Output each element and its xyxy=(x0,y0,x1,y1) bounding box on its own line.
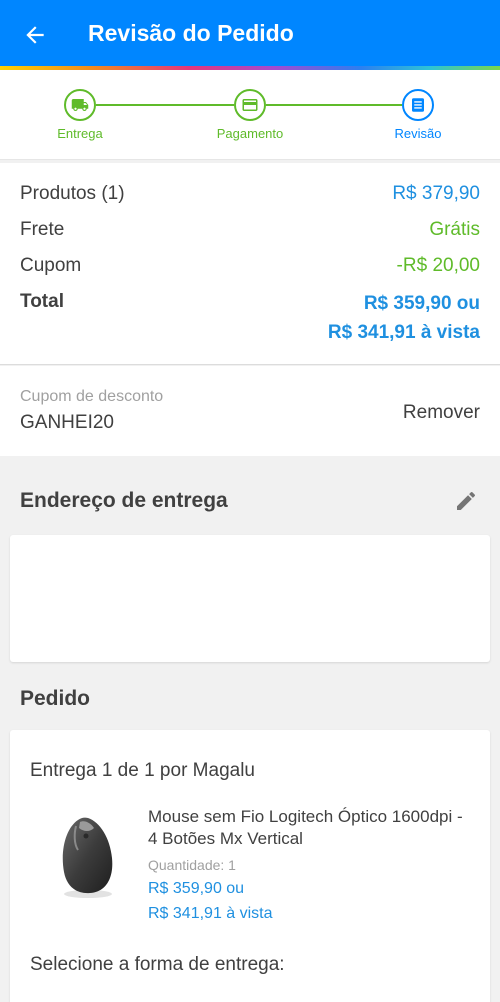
remove-coupon-button[interactable]: Remover xyxy=(403,402,480,424)
order-card: Entrega 1 de 1 por Magalu Mouse sem Fio … xyxy=(10,730,490,1002)
product-price: R$ 359,90 ou xyxy=(148,880,245,897)
checkout-stepper: Entrega Pagamento Revisão xyxy=(0,70,500,160)
product-quantity: Quantidade: 1 xyxy=(148,857,236,873)
page-title: Revisão do Pedido xyxy=(88,20,294,46)
select-delivery-label: Selecione a forma de entrega: xyxy=(30,954,285,975)
step-entrega[interactable] xyxy=(64,89,96,121)
shipping-label: Frete xyxy=(20,219,65,240)
total-cash-price: R$ 341,91 à vista xyxy=(327,322,480,343)
order-summary: Produtos (1) R$ 379,90 Frete Grátis Cupo… xyxy=(0,163,500,365)
address-title: Endereço de entrega xyxy=(20,489,228,512)
total-price: R$ 359,90 ou xyxy=(363,293,480,314)
address-card[interactable] xyxy=(10,535,490,662)
summary-row-shipping: Frete Grátis xyxy=(20,219,480,245)
total-label: Total xyxy=(20,291,64,312)
summary-row-total: Total R$ 359,90 ou R$ 341,91 à vista xyxy=(20,291,480,351)
coupon-section: Cupom de desconto GANHEI20 Remover xyxy=(0,366,500,456)
step-label: Pagamento xyxy=(216,126,284,141)
coupon-value: -R$ 20,00 xyxy=(396,255,480,276)
products-value: R$ 379,90 xyxy=(392,183,480,204)
truck-icon xyxy=(71,99,89,111)
delivery-title: Entrega 1 de 1 por Magalu xyxy=(30,760,255,781)
total-value: R$ 359,90 ou R$ 341,91 à vista xyxy=(328,289,480,347)
receipt-icon xyxy=(412,98,424,112)
coupon-code: GANHEI20 xyxy=(20,412,114,433)
pencil-icon[interactable] xyxy=(454,489,478,513)
order-title: Pedido xyxy=(20,687,91,710)
step-connector xyxy=(266,104,402,106)
step-label: Revisão xyxy=(394,126,442,141)
coupon-caption: Cupom de desconto xyxy=(20,388,164,405)
coupon-label: Cupom xyxy=(20,255,82,276)
arrow-left-icon[interactable] xyxy=(22,22,48,48)
summary-row-products: Produtos (1) R$ 379,90 xyxy=(20,183,480,209)
product-name[interactable]: Mouse sem Fio Logitech Óptico 1600dpi - … xyxy=(148,806,468,850)
app-bar: Revisão do Pedido xyxy=(0,0,500,66)
credit-card-icon xyxy=(242,99,258,111)
step-label: Entrega xyxy=(57,126,103,141)
step-connector xyxy=(96,104,234,106)
step-revisao[interactable] xyxy=(402,89,434,121)
mouse-image xyxy=(62,817,113,898)
shipping-value: Grátis xyxy=(429,219,480,240)
product-cash-price: R$ 341,91 à vista xyxy=(148,905,273,922)
summary-row-coupon: Cupom -R$ 20,00 xyxy=(20,255,480,281)
products-label: Produtos (1) xyxy=(20,183,125,204)
step-pagamento[interactable] xyxy=(234,89,266,121)
